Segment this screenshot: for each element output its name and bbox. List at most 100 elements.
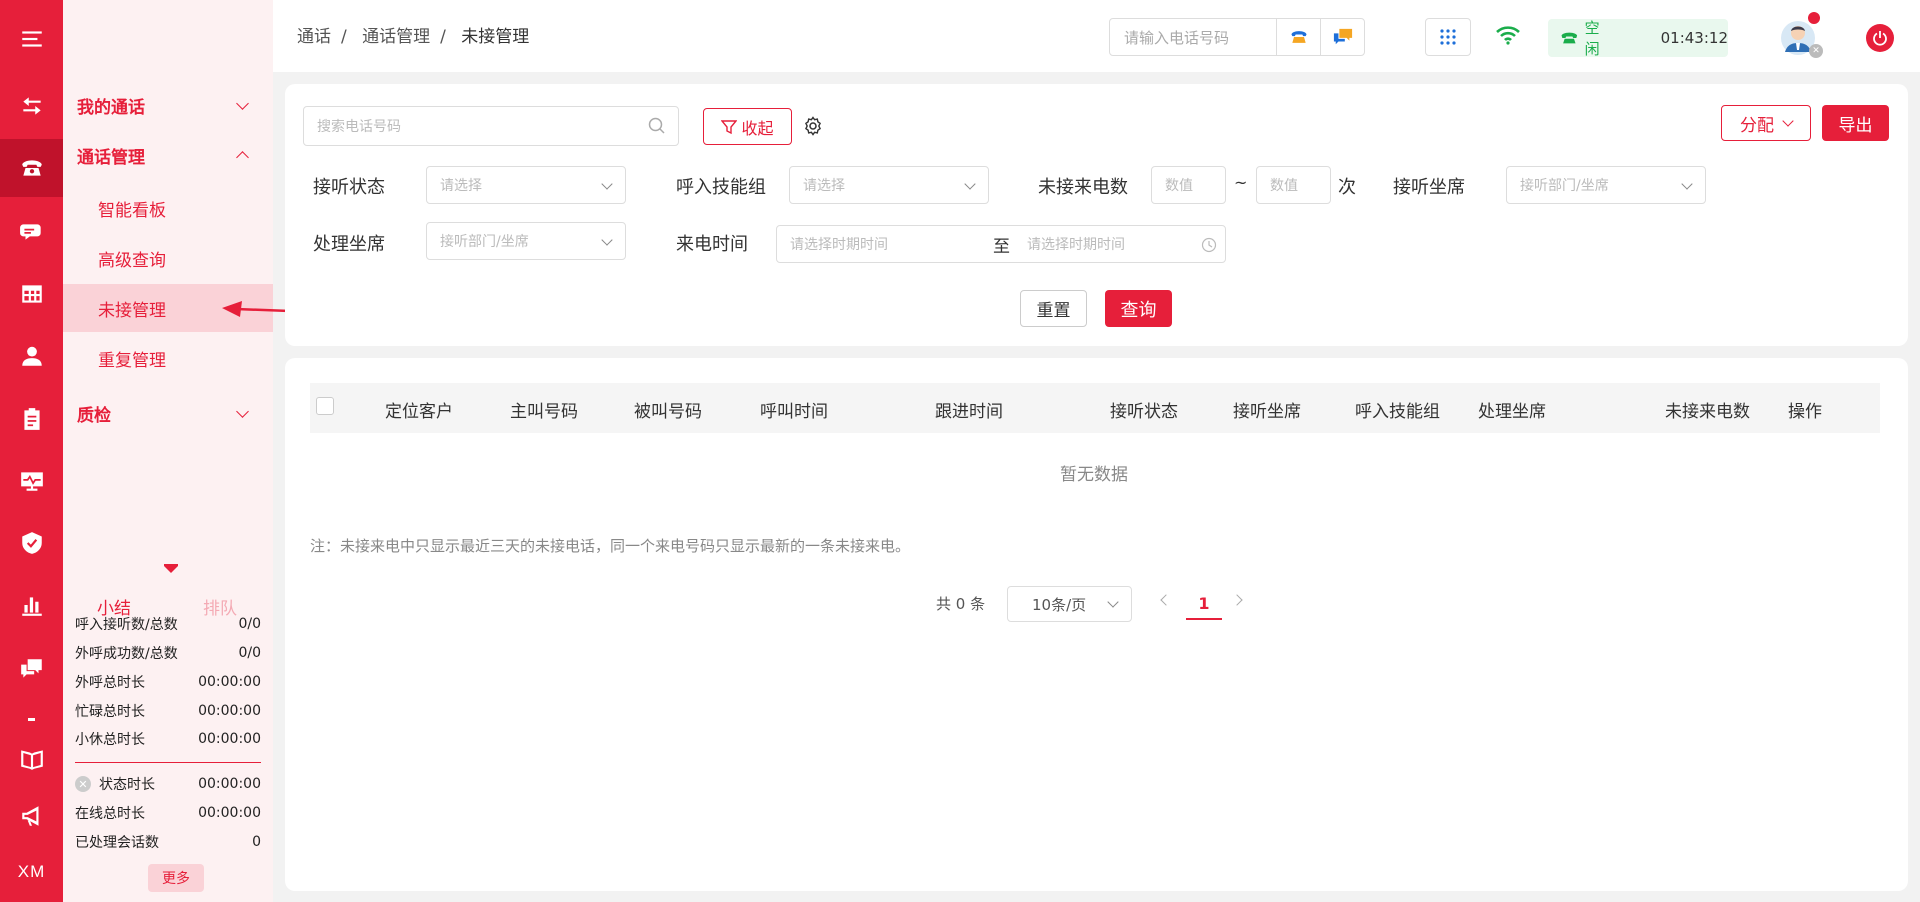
stat-row: 小休总时长 00:00:00 — [75, 725, 261, 753]
phone-search-input[interactable]: 搜索电话号码 — [303, 106, 679, 146]
end-date-placeholder: 请选择时期时间 — [1027, 237, 1125, 253]
chevron-down-icon — [1681, 178, 1693, 190]
chevron-down-icon — [601, 178, 613, 190]
filter-icon — [721, 119, 738, 134]
stat-value: 0 — [252, 834, 261, 850]
agent-status[interactable]: 空闲 01:43:12 — [1548, 19, 1728, 58]
select-all-checkbox[interactable] — [316, 397, 334, 415]
chevron-down-icon — [236, 405, 249, 418]
clipboard-icon[interactable] — [0, 390, 63, 448]
phone-number-input[interactable]: 请输入电话号码 — [1109, 18, 1365, 56]
stat-value: 0/0 — [238, 616, 261, 632]
breadcrumb-item[interactable]: 通话 — [297, 27, 331, 47]
skill-group-select[interactable]: 请选择 — [789, 166, 989, 204]
answer-seat-select[interactable]: 接听部门/坐席 — [1506, 166, 1706, 204]
message-icon[interactable] — [1320, 19, 1364, 55]
answer-seat-label: 接听坐席 — [1393, 177, 1465, 198]
times-unit: 次 — [1338, 177, 1356, 198]
stat-row: 外呼总时长 00:00:00 — [75, 668, 261, 696]
table-note: 注：未接来电中只显示最近三天的未接电话，同一个来电号码只显示最新的一条未接来电。 — [310, 537, 911, 555]
breadcrumb-current: 未接管理 — [461, 27, 530, 47]
number-placeholder: 数值 — [1165, 178, 1193, 194]
power-icon[interactable] — [1866, 24, 1894, 52]
phone-input-placeholder: 请输入电话号码 — [1124, 28, 1230, 47]
handle-seat-select[interactable]: 接听部门/坐席 — [426, 222, 626, 260]
status-label: 空闲 — [1584, 19, 1600, 58]
missed-count-min-input[interactable]: 数值 — [1151, 166, 1226, 204]
nav-group-label: 质检 — [77, 405, 111, 426]
assign-button[interactable]: 分配 — [1721, 105, 1811, 141]
stat-label: 呼入接听数/总数 — [75, 617, 178, 633]
more-button[interactable]: 更多 — [148, 864, 204, 892]
nav-item-label: 高级查询 — [98, 250, 166, 271]
gear-icon[interactable] — [803, 116, 823, 136]
page-size-select[interactable]: 10条/页 — [1007, 586, 1132, 622]
page-size-label: 10条/页 — [1032, 595, 1087, 614]
stat-row: 忙碌总时长 00:00:00 — [75, 697, 261, 725]
dial-phone-icon[interactable] — [1276, 19, 1320, 55]
stat-label: 已处理会话数 — [75, 835, 159, 851]
table-panel — [285, 358, 1908, 891]
caret-bar — [164, 564, 178, 566]
phone-icon[interactable] — [0, 139, 63, 197]
nav-item-smart-dashboard[interactable]: 智能看板 — [63, 184, 273, 232]
breadcrumb-item[interactable]: 通话管理 — [362, 27, 430, 47]
monitor-icon[interactable] — [0, 452, 63, 510]
shield-icon[interactable] — [0, 514, 63, 572]
stat-value: 0/0 — [238, 645, 261, 661]
stat-row: 在线总时长 00:00:00 — [75, 799, 261, 827]
top-bar: 通话 / 通话管理 / 未接管理 请输入电话号码 空闲 01:43:12 ✕ — [273, 0, 1920, 72]
nav-item-advanced-query[interactable]: 高级查询 — [63, 234, 273, 282]
collapse-caret-icon[interactable] — [164, 566, 178, 573]
reset-button[interactable]: 重置 — [1020, 290, 1087, 327]
start-date-placeholder: 请选择时期时间 — [790, 237, 888, 253]
menu-toggle-icon[interactable] — [0, 10, 63, 68]
stat-value: 00:00:00 — [198, 731, 261, 747]
table-header: 定位客户 主叫号码 被叫号码 呼叫时间 跟进时间 接听状态 接听坐席 呼入技能组… — [310, 383, 1880, 433]
answer-status-label: 接听状态 — [313, 177, 385, 198]
empty-state: 暂无数据 — [1060, 465, 1128, 485]
rail-divider — [28, 718, 35, 721]
bar-chart-icon[interactable] — [0, 576, 63, 634]
avatar[interactable]: ✕ — [1778, 12, 1823, 58]
icon-rail: XM — [0, 0, 63, 902]
number-placeholder: 数值 — [1270, 178, 1298, 194]
call-time-label: 来电时间 — [676, 234, 748, 255]
query-button[interactable]: 查询 — [1105, 290, 1172, 327]
stat-label: 外呼成功数/总数 — [75, 646, 178, 662]
select-placeholder: 请选择 — [440, 178, 482, 194]
column-header: 跟进时间 — [935, 402, 1003, 422]
nav-group-call-management[interactable]: 通话管理 — [63, 132, 273, 178]
missed-count-max-input[interactable]: 数值 — [1256, 166, 1331, 204]
answer-status-select[interactable]: 请选择 — [426, 166, 626, 204]
stats-panel: 小结 排队 呼入接听数/总数 0/0 外呼成功数/总数 0/0 外呼总时长 00:00… — [63, 558, 273, 902]
transfer-icon[interactable] — [0, 77, 63, 135]
nav-group-my-calls[interactable]: 我的通话 — [63, 82, 273, 128]
column-header: 处理坐席 — [1478, 402, 1546, 422]
chevron-down-icon — [601, 234, 613, 246]
stat-row: ✕ 状态时长 00:00:00 — [75, 770, 261, 798]
messages-icon[interactable] — [0, 640, 63, 698]
chevron-down-icon — [964, 178, 976, 190]
page-number-current[interactable]: 1 — [1186, 588, 1222, 620]
book-icon[interactable] — [0, 730, 63, 788]
chat-icon[interactable] — [0, 203, 63, 261]
nav-item-duplicates[interactable]: 重复管理 — [63, 334, 273, 382]
breadcrumb-separator: / — [440, 27, 446, 47]
stat-value: 00:00:00 — [198, 805, 261, 821]
megaphone-icon[interactable] — [0, 787, 63, 845]
export-button[interactable]: 导出 — [1822, 105, 1889, 141]
collapse-label: 收起 — [741, 118, 774, 138]
user-icon[interactable] — [0, 327, 63, 385]
column-header: 主叫号码 — [510, 402, 578, 422]
stat-row: 呼入接听数/总数 0/0 — [75, 610, 261, 638]
nav-item-label: 重复管理 — [98, 350, 166, 371]
table-icon[interactable] — [0, 265, 63, 323]
select-placeholder: 请选择 — [803, 178, 845, 194]
nav-group-quality-check[interactable]: 质检 — [63, 390, 273, 436]
call-time-range-picker[interactable]: 请选择时期时间 至 请选择时期时间 — [776, 225, 1226, 263]
close-circle-icon[interactable]: ✕ — [75, 776, 91, 792]
apps-grid-button[interactable] — [1425, 18, 1471, 56]
collapse-button[interactable]: 收起 — [703, 108, 792, 145]
search-icon[interactable] — [648, 117, 666, 135]
